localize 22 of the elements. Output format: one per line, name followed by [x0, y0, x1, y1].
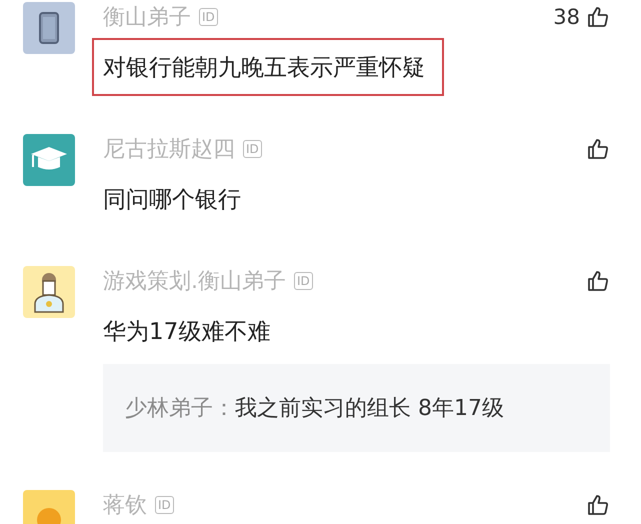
user-name[interactable]: 衡山弟子 — [103, 2, 191, 32]
comment-text: 对银行能朝九晚五表示严重怀疑 — [92, 38, 444, 96]
id-badge: ID — [294, 272, 313, 290]
user-name[interactable]: 蒋钦 — [103, 490, 147, 520]
comment-text: 华为17级难不难 — [102, 318, 272, 346]
id-badge: ID — [155, 496, 174, 514]
comment-text: 同问哪个银行 — [102, 186, 242, 214]
user-name[interactable]: 游戏策划.衡山弟子 — [103, 266, 286, 296]
thumbs-up-icon[interactable] — [586, 269, 610, 293]
id-badge: ID — [199, 8, 218, 26]
thumbs-up-icon[interactable] — [586, 137, 610, 161]
reply-author[interactable]: 少林弟子： — [125, 393, 235, 423]
like-count: 38 — [553, 5, 580, 29]
avatar-icon[interactable] — [23, 2, 75, 54]
avatar-icon[interactable] — [23, 134, 75, 186]
thumbs-up-icon[interactable] — [586, 493, 610, 517]
id-badge: ID — [243, 140, 262, 158]
user-name[interactable]: 尼古拉斯赵四 — [103, 134, 235, 164]
avatar-icon[interactable] — [23, 266, 75, 318]
reply-text: 我之前实习的组长 8年17级 — [235, 395, 504, 423]
reply-box[interactable]: 少林弟子：我之前实习的组长 8年17级 — [103, 364, 610, 452]
thumbs-up-icon[interactable] — [586, 5, 610, 29]
